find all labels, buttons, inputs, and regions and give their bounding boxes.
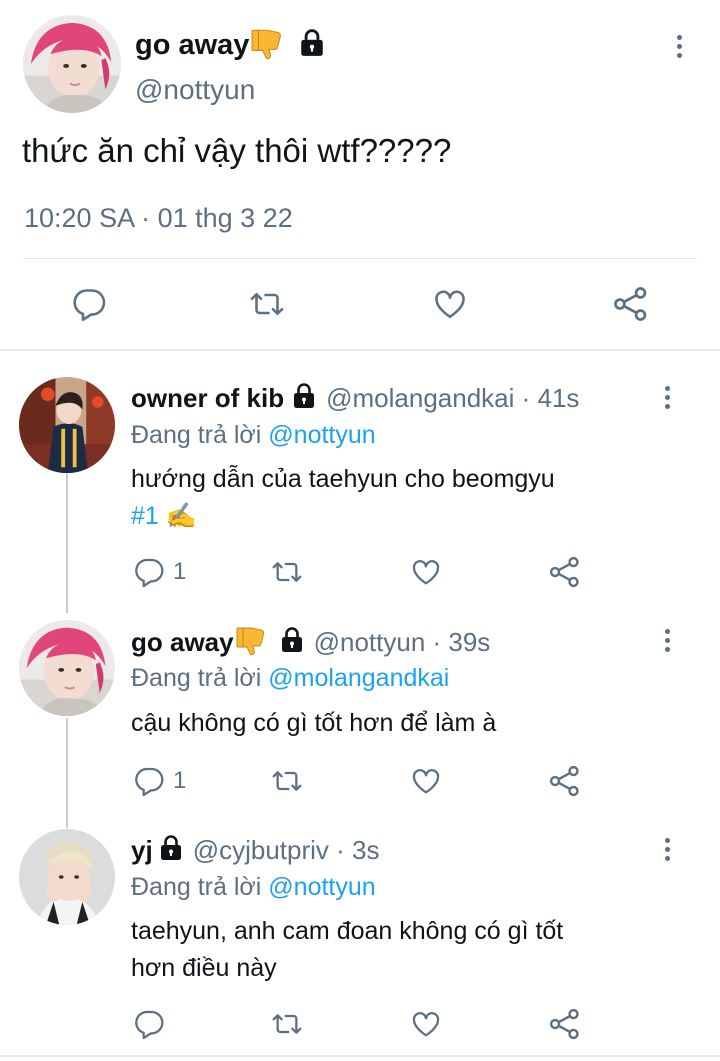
reply-icon	[133, 556, 165, 588]
thumbs-down-icon	[251, 26, 285, 65]
reply-text: hướng dẫn của taehyun cho beomgyu #1 ✍️	[131, 461, 555, 535]
avatar[interactable]	[19, 377, 115, 473]
reply-text-line: hơn điều này	[131, 954, 277, 982]
divider	[23, 258, 697, 259]
handle-time[interactable]: @molangandkai · 41s	[326, 383, 579, 414]
handle-time[interactable]: @cyjbutpriv · 3s	[193, 835, 380, 866]
retweet-button[interactable]	[248, 286, 286, 322]
thread-line	[66, 470, 68, 613]
display-name[interactable]: owner of kib	[131, 383, 284, 414]
thread-line	[66, 718, 68, 828]
avatar[interactable]	[19, 620, 115, 716]
author-line: yj @cyjbutpriv · 3s	[131, 833, 379, 867]
tweet-text: thức ăn chỉ vậy thôi wtf?????	[22, 132, 452, 169]
avatar[interactable]	[23, 15, 121, 113]
reply-text: cậu không có gì tốt hơn để làm à	[131, 709, 497, 737]
replying-to: Đang trả lời @molangandkai	[131, 664, 449, 693]
share-icon	[548, 764, 582, 798]
share-icon	[548, 555, 582, 589]
retweet-button[interactable]	[270, 556, 304, 588]
author-line: go away @nottyun · 39s	[131, 624, 490, 660]
reply-button[interactable]: 1	[133, 556, 186, 588]
reply-icon	[71, 286, 107, 322]
like-button[interactable]	[409, 765, 443, 797]
share-button[interactable]	[548, 1007, 582, 1041]
display-name[interactable]: yj	[131, 835, 153, 866]
more-icon[interactable]	[665, 386, 671, 413]
user-handle[interactable]: @nottyun	[135, 74, 255, 106]
reply-button[interactable]	[133, 1008, 165, 1040]
retweet-icon	[270, 765, 304, 797]
reply-count: 1	[173, 558, 187, 585]
handle-time[interactable]: @nottyun · 39s	[314, 627, 491, 658]
display-name[interactable]: go away	[135, 29, 249, 62]
retweet-icon	[270, 556, 304, 588]
reply-text-line: taehyun, anh cam đoan không có gì tốt	[131, 917, 564, 945]
like-icon	[431, 286, 469, 322]
share-button[interactable]	[612, 285, 650, 323]
reply-text: taehyun, anh cam đoan không có gì tốt hơ…	[131, 913, 563, 987]
main-tweet: go away @nottyun thức ăn chỉ vậy thôi wt…	[0, 0, 720, 350]
mention-link[interactable]: @nottyun	[268, 421, 375, 449]
like-icon	[409, 765, 443, 797]
replying-to: Đang trả lời @nottyun	[131, 421, 376, 450]
author-name-line: go away	[135, 26, 325, 64]
reply-text-line: #1 ✍️	[131, 498, 555, 535]
more-icon[interactable]	[665, 838, 671, 865]
share-icon	[612, 285, 650, 323]
tweet-timestamp[interactable]: 10:20 SA · 01 thg 3 22	[24, 203, 293, 234]
lock-icon	[299, 29, 325, 62]
hashtag-link[interactable]: #1	[131, 502, 159, 530]
thumbs-down-icon	[236, 624, 268, 661]
replying-label: Đang trả lời	[131, 421, 262, 449]
lock-icon	[159, 835, 183, 866]
replying-to: Đang trả lời @nottyun	[131, 873, 376, 902]
lock-icon	[280, 627, 304, 658]
retweet-button[interactable]	[270, 1008, 304, 1040]
like-button[interactable]	[409, 1008, 443, 1040]
reply-button[interactable]	[71, 286, 107, 322]
reply-text-line: hướng dẫn của taehyun cho beomgyu	[131, 465, 555, 493]
retweet-icon	[248, 286, 286, 322]
reply-icon	[133, 765, 165, 797]
share-icon	[548, 1007, 582, 1041]
writing-hand-icon: ✍️	[165, 502, 197, 530]
retweet-icon	[270, 1008, 304, 1040]
share-button[interactable]	[548, 764, 582, 798]
section-divider	[0, 349, 720, 351]
retweet-button[interactable]	[270, 765, 304, 797]
more-icon[interactable]	[665, 629, 671, 656]
author-line: owner of kib @molangandkai · 41s	[131, 381, 579, 415]
display-name[interactable]: go away	[131, 627, 234, 658]
mention-link[interactable]: @molangandkai	[268, 664, 449, 692]
avatar[interactable]	[19, 829, 115, 925]
more-icon[interactable]	[677, 35, 683, 62]
like-button[interactable]	[409, 556, 443, 588]
reply-count: 1	[173, 767, 187, 794]
share-button[interactable]	[548, 555, 582, 589]
like-button[interactable]	[431, 286, 469, 322]
like-icon	[409, 1008, 443, 1040]
lock-icon	[292, 383, 316, 414]
mention-link[interactable]: @nottyun	[268, 873, 375, 901]
reply-icon	[133, 1008, 165, 1040]
replying-label: Đang trả lời	[131, 873, 262, 901]
replying-label: Đang trả lời	[131, 664, 262, 692]
reply-button[interactable]: 1	[133, 765, 186, 797]
section-divider	[0, 1055, 720, 1057]
like-icon	[409, 556, 443, 588]
